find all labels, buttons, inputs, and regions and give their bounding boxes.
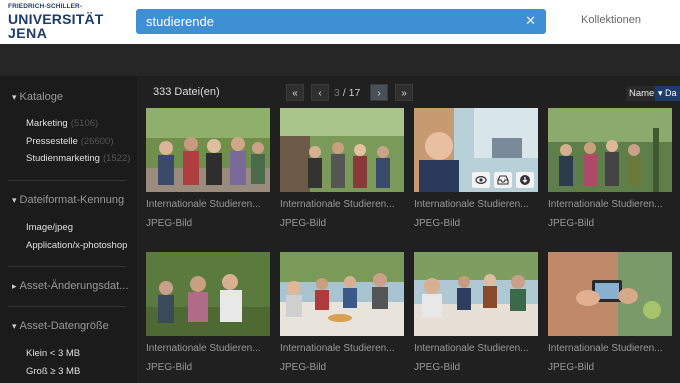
chevron-down-icon: ▾: [12, 92, 17, 102]
result-count: 333 Datei(en): [153, 86, 220, 98]
asset-thumbnail[interactable]: [146, 108, 270, 192]
logo-line-3: JENA: [8, 24, 48, 41]
filter-item-marketing[interactable]: Marketing (5106): [26, 118, 98, 129]
filter-item-label: Pressestelle: [26, 136, 78, 147]
filter-item-label: Klein < 3 MB: [26, 348, 81, 359]
asset-thumbnail[interactable]: [414, 252, 538, 336]
download-icon: [520, 175, 530, 185]
page-indicator: 3 / 17: [334, 87, 360, 99]
chevron-right-icon: ▸: [12, 281, 17, 291]
first-page-button[interactable]: «: [286, 84, 304, 101]
inbox-icon: [497, 175, 509, 185]
asset-type: JPEG-Bild: [146, 218, 193, 229]
chevron-down-icon: ▾: [12, 195, 17, 205]
asset-type: JPEG-Bild: [414, 218, 461, 229]
asset-title[interactable]: Internationale Studieren...: [280, 199, 404, 210]
asset-card[interactable]: Internationale Studieren... JPEG-Bild: [414, 252, 538, 378]
asset-type: JPEG-Bild: [414, 362, 461, 373]
section-title: Kataloge: [19, 91, 63, 103]
eye-icon: [475, 175, 487, 185]
filter-section-kataloge[interactable]: ▾ Kataloge: [12, 91, 63, 103]
logo-line-2: UNIVERSITÄT: [8, 10, 104, 27]
search-input[interactable]: [142, 12, 516, 31]
university-logo[interactable]: FRIEDRICH-SCHILLER- UNIVERSITÄT JENA: [8, 3, 104, 41]
next-page-button[interactable]: ›: [370, 84, 388, 101]
divider: [8, 306, 126, 307]
asset-card[interactable]: Internationale Studieren... JPEG-Bild: [414, 108, 538, 234]
filter-item-count: (1522): [102, 153, 131, 164]
asset-type: JPEG-Bild: [280, 362, 327, 373]
asset-card[interactable]: Internationale Studieren... JPEG-Bild: [280, 108, 404, 234]
section-title: Dateiformat-Kennung: [19, 194, 125, 206]
top-bar: FRIEDRICH-SCHILLER- UNIVERSITÄT JENA ✕ K…: [0, 0, 680, 44]
filter-item-photoshop[interactable]: Application/x-photoshop: [26, 240, 127, 251]
asset-actions: [472, 172, 534, 188]
filter-item-label: Marketing: [26, 118, 68, 129]
asset-thumbnail[interactable]: [280, 252, 404, 336]
filter-item-label: Image/jpeg: [26, 222, 74, 233]
asset-thumbnail[interactable]: [280, 108, 404, 192]
header-band: [0, 44, 680, 76]
filter-section-aenderungsdatum[interactable]: ▸ Asset-Änderungsdat...: [12, 280, 128, 292]
asset-type: JPEG-Bild: [548, 218, 595, 229]
collections-link[interactable]: Kollektionen: [581, 14, 641, 26]
asset-title[interactable]: Internationale Studieren...: [548, 343, 672, 354]
filter-item-klein[interactable]: Klein < 3 MB: [26, 348, 80, 359]
search-bar: ✕: [136, 9, 546, 34]
filter-item-label: Studienmarketing: [26, 153, 100, 164]
chevron-down-icon: ▾: [12, 321, 17, 331]
filter-sidebar: ▾ Kataloge Marketing (5106) Pressestelle (2…: [0, 76, 134, 383]
chevron-down-icon: ▾: [658, 88, 663, 98]
last-page-button[interactable]: »: [395, 84, 413, 101]
asset-card[interactable]: Internationale Studieren... JPEG-Bild: [146, 108, 270, 234]
filter-section-dateiformat[interactable]: ▾ Dateiformat-Kennung: [12, 194, 124, 206]
filter-item-studienmarketing[interactable]: Studienmarketing (1522): [26, 153, 130, 164]
divider: [8, 266, 126, 267]
asset-card[interactable]: Internationale Studieren... JPEG-Bild: [146, 252, 270, 378]
asset-type: JPEG-Bild: [548, 362, 595, 373]
filter-item-image-jpeg[interactable]: Image/jpeg: [26, 222, 73, 233]
asset-title[interactable]: Internationale Studieren...: [280, 343, 404, 354]
asset-title[interactable]: Internationale Studieren...: [548, 199, 672, 210]
clear-search-icon[interactable]: ✕: [525, 13, 536, 29]
asset-thumbnail[interactable]: [146, 252, 270, 336]
filter-item-gross[interactable]: Groß ≥ 3 MB: [26, 366, 80, 377]
filter-item-pressestelle[interactable]: Pressestelle (26600): [26, 136, 114, 147]
asset-card[interactable]: Internationale Studieren... JPEG-Bild: [548, 252, 672, 378]
asset-title[interactable]: Internationale Studieren...: [414, 199, 538, 210]
section-title: Asset-Änderungsdat...: [19, 280, 129, 292]
sort-label: Name: [626, 86, 658, 101]
asset-title[interactable]: Internationale Studieren...: [146, 343, 270, 354]
asset-thumbnail[interactable]: [548, 108, 672, 192]
logo-line-1: FRIEDRICH-SCHILLER-: [8, 3, 83, 10]
divider: [8, 180, 126, 181]
total-pages: / 17: [342, 87, 361, 99]
filter-section-datengroesse[interactable]: ▾ Asset-Datengröße: [12, 320, 109, 332]
asset-title[interactable]: Internationale Studieren...: [414, 343, 538, 354]
asset-card[interactable]: Internationale Studieren... JPEG-Bild: [548, 108, 672, 234]
filter-item-count: (5106): [70, 118, 99, 129]
asset-title[interactable]: Internationale Studieren...: [146, 199, 270, 210]
filter-item-label: Application/x-photoshop: [26, 240, 128, 251]
filter-item-label: Groß ≥ 3 MB: [26, 366, 81, 377]
section-title: Asset-Datengröße: [19, 320, 109, 332]
asset-type: JPEG-Bild: [146, 362, 193, 373]
asset-thumbnail[interactable]: [414, 108, 538, 192]
current-page[interactable]: 3: [334, 87, 340, 99]
download-button[interactable]: [516, 172, 534, 188]
filter-item-count: (26600): [80, 136, 114, 147]
asset-type: JPEG-Bild: [280, 218, 327, 229]
prev-page-button[interactable]: ‹: [311, 84, 329, 101]
collection-button[interactable]: [494, 172, 512, 188]
asset-card[interactable]: Internationale Studieren... JPEG-Bild: [280, 252, 404, 378]
sort-value: Da: [665, 88, 677, 98]
asset-thumbnail[interactable]: [548, 252, 672, 336]
preview-button[interactable]: [472, 172, 490, 188]
sort-select[interactable]: ▾ Da: [655, 86, 680, 101]
